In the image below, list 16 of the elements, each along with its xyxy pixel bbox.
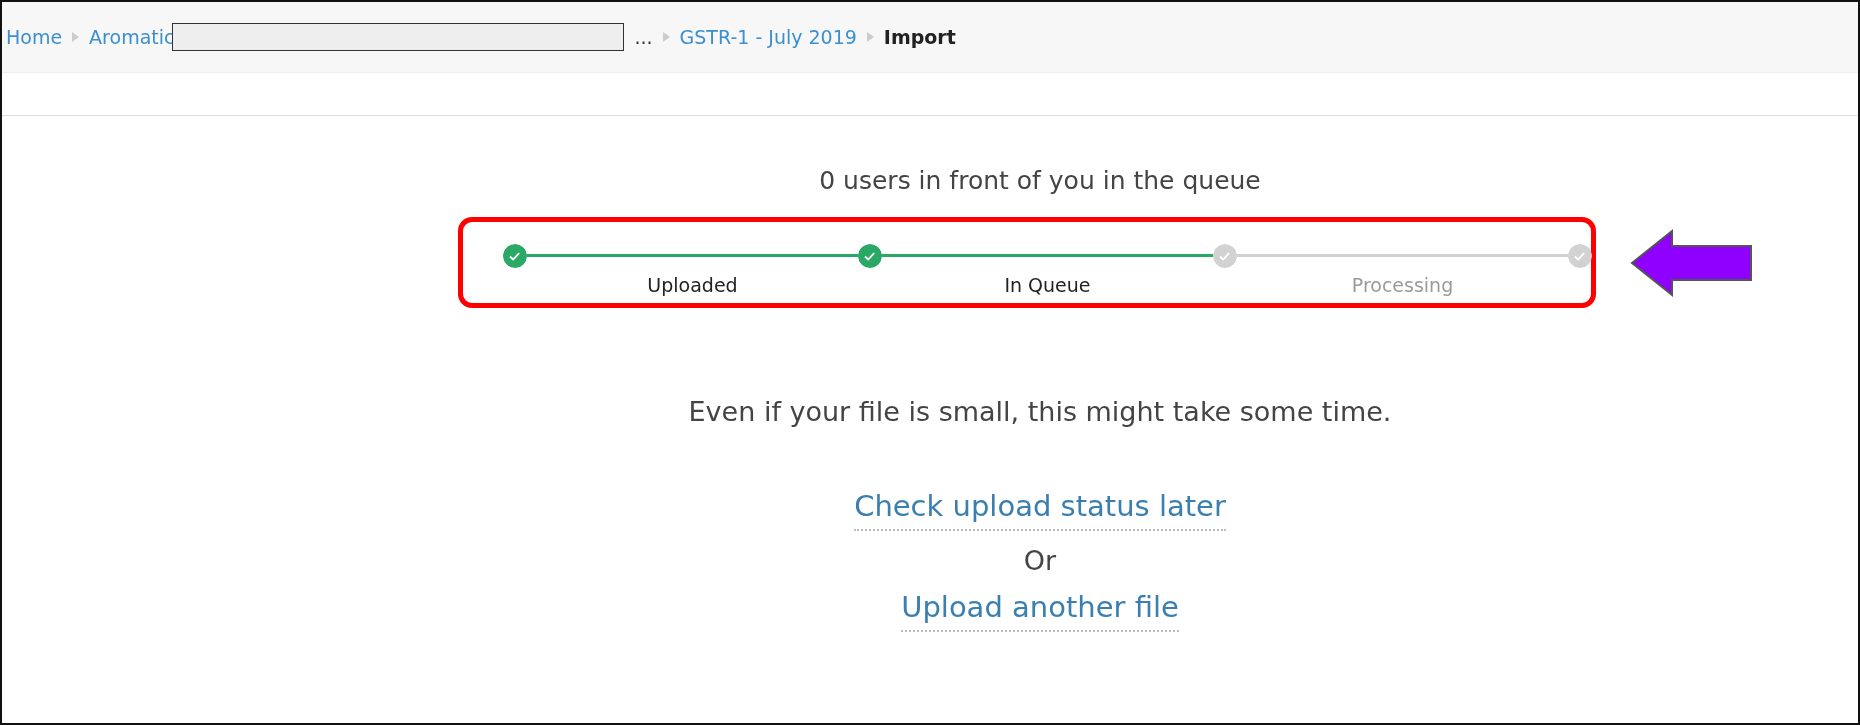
upload-link[interactable]: Upload another file xyxy=(901,590,1179,632)
check-status-link[interactable]: Check upload status later xyxy=(854,489,1226,531)
separator-icon xyxy=(866,32,874,42)
notice-text: Even if your file is small, this might take some time. xyxy=(688,396,1392,427)
breadcrumb-ellipsis: ... xyxy=(634,26,653,48)
step-label: Processing xyxy=(1350,274,1455,296)
or-text: Or xyxy=(1023,545,1057,576)
breadcrumb-current: Import xyxy=(883,26,956,48)
queue-message: 0 users in front of you in the queue xyxy=(819,166,1261,195)
separator-icon xyxy=(662,32,670,42)
breadcrumb-link[interactable]: GSTR-1 - July 2019 xyxy=(679,26,857,48)
step-label: In Queue xyxy=(1003,274,1092,296)
separator-icon xyxy=(72,32,80,42)
breadcrumb-link[interactable]: Home xyxy=(6,26,63,48)
step-label: Uploaded xyxy=(646,274,739,296)
breadcrumb-link[interactable]: Aromatic xyxy=(89,26,175,48)
